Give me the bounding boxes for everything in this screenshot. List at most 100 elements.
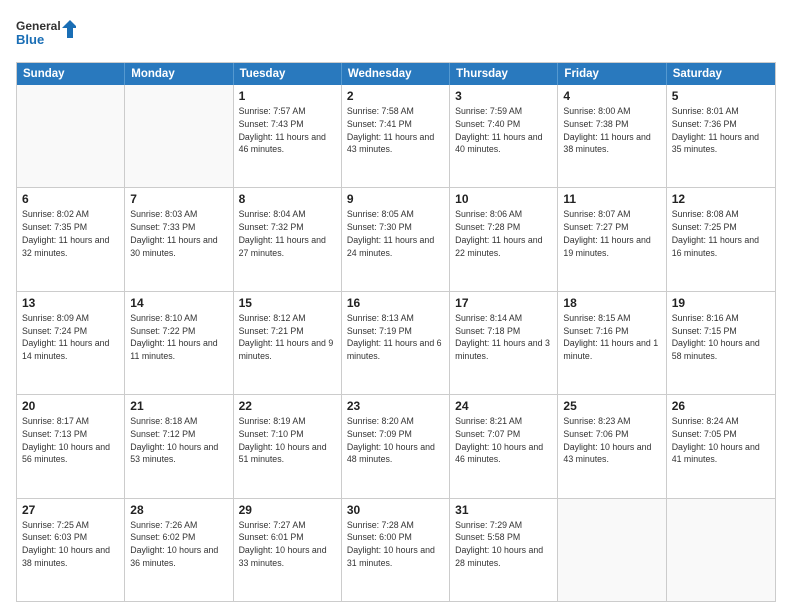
logo-icon: General Blue (16, 16, 76, 52)
cell-info: Sunrise: 8:24 AM Sunset: 7:05 PM Dayligh… (672, 415, 770, 466)
cal-cell: 25 Sunrise: 8:23 AM Sunset: 7:06 PM Dayli… (558, 395, 666, 497)
cell-info: Sunrise: 8:00 AM Sunset: 7:38 PM Dayligh… (563, 105, 660, 156)
calendar-header: SundayMondayTuesdayWednesdayThursdayFrid… (17, 63, 775, 85)
cell-info: Sunrise: 8:17 AM Sunset: 7:13 PM Dayligh… (22, 415, 119, 466)
cal-cell: 22Sunrise: 8:19 AM Sunset: 7:10 PM Dayli… (234, 395, 342, 497)
cell-day-number: 31 (455, 503, 552, 517)
cell-day-number: 3 (455, 89, 552, 103)
cell-info: Sunrise: 7:58 AM Sunset: 7:41 PM Dayligh… (347, 105, 444, 156)
calendar: SundayMondayTuesdayWednesdayThursdayFrid… (16, 62, 776, 602)
cell-day-number: 14 (130, 296, 227, 310)
cell-day-number: 8 (239, 192, 336, 206)
cal-cell: 2Sunrise: 7:58 AM Sunset: 7:41 PM Daylig… (342, 85, 450, 187)
cell-day-number: 18 (563, 296, 660, 310)
cal-cell: 14 Sunrise: 8:10 AM Sunset: 7:22 PM Dayli… (125, 292, 233, 394)
cal-cell: 5 Sunrise: 8:01 AM Sunset: 7:36 PM Daylig… (667, 85, 775, 187)
cal-cell: 17Sunrise: 8:14 AM Sunset: 7:18 PM Dayli… (450, 292, 558, 394)
cal-cell: 30 Sunrise: 7:28 AM Sunset: 6:00 PM Dayli… (342, 499, 450, 601)
cell-day-number: 23 (347, 399, 444, 413)
cell-day-number: 20 (22, 399, 119, 413)
cell-day-number: 19 (672, 296, 770, 310)
cal-row-0: 1Sunrise: 7:57 AM Sunset: 7:43 PM Daylig… (17, 85, 775, 187)
cell-info: Sunrise: 8:06 AM Sunset: 7:28 PM Dayligh… (455, 208, 552, 259)
cal-cell: 1Sunrise: 7:57 AM Sunset: 7:43 PM Daylig… (234, 85, 342, 187)
cal-cell: 8 Sunrise: 8:04 AM Sunset: 7:32 PM Daylig… (234, 188, 342, 290)
cell-day-number: 12 (672, 192, 770, 206)
cell-day-number: 30 (347, 503, 444, 517)
cell-day-number: 9 (347, 192, 444, 206)
cell-day-number: 13 (22, 296, 119, 310)
cell-info: Sunrise: 8:12 AM Sunset: 7:21 PM Dayligh… (239, 312, 336, 363)
cal-cell: 24Sunrise: 8:21 AM Sunset: 7:07 PM Dayli… (450, 395, 558, 497)
cal-cell: 4 Sunrise: 8:00 AM Sunset: 7:38 PM Daylig… (558, 85, 666, 187)
cal-cell: 18Sunrise: 8:15 AM Sunset: 7:16 PM Dayli… (558, 292, 666, 394)
cell-info: Sunrise: 8:16 AM Sunset: 7:15 PM Dayligh… (672, 312, 770, 363)
cell-info: Sunrise: 8:05 AM Sunset: 7:30 PM Dayligh… (347, 208, 444, 259)
cell-day-number: 4 (563, 89, 660, 103)
cell-day-number: 6 (22, 192, 119, 206)
cal-cell: 12 Sunrise: 8:08 AM Sunset: 7:25 PM Dayli… (667, 188, 775, 290)
cal-cell (125, 85, 233, 187)
cal-header-tuesday: Tuesday (234, 63, 342, 85)
cell-day-number: 11 (563, 192, 660, 206)
cell-day-number: 27 (22, 503, 119, 517)
cell-info: Sunrise: 8:03 AM Sunset: 7:33 PM Dayligh… (130, 208, 227, 259)
cell-day-number: 29 (239, 503, 336, 517)
cal-cell: 21 Sunrise: 8:18 AM Sunset: 7:12 PM Dayli… (125, 395, 233, 497)
cell-info: Sunrise: 8:08 AM Sunset: 7:25 PM Dayligh… (672, 208, 770, 259)
cal-cell: 7Sunrise: 8:03 AM Sunset: 7:33 PM Daylig… (125, 188, 233, 290)
cell-info: Sunrise: 7:28 AM Sunset: 6:00 PM Dayligh… (347, 519, 444, 570)
cal-cell: 19 Sunrise: 8:16 AM Sunset: 7:15 PM Dayli… (667, 292, 775, 394)
cal-cell: 16 Sunrise: 8:13 AM Sunset: 7:19 PM Dayli… (342, 292, 450, 394)
cal-cell: 3 Sunrise: 7:59 AM Sunset: 7:40 PM Daylig… (450, 85, 558, 187)
cal-cell: 27 Sunrise: 7:25 AM Sunset: 6:03 PM Dayli… (17, 499, 125, 601)
cell-info: Sunrise: 8:20 AM Sunset: 7:09 PM Dayligh… (347, 415, 444, 466)
cell-day-number: 5 (672, 89, 770, 103)
cell-info: Sunrise: 7:26 AM Sunset: 6:02 PM Dayligh… (130, 519, 227, 570)
cal-header-friday: Friday (558, 63, 666, 85)
cal-cell: 20 Sunrise: 8:17 AM Sunset: 7:13 PM Dayli… (17, 395, 125, 497)
cell-info: Sunrise: 8:09 AM Sunset: 7:24 PM Dayligh… (22, 312, 119, 363)
cell-day-number: 28 (130, 503, 227, 517)
svg-text:General: General (16, 19, 61, 33)
cell-info: Sunrise: 8:23 AM Sunset: 7:06 PM Dayligh… (563, 415, 660, 466)
cal-cell: 13 Sunrise: 8:09 AM Sunset: 7:24 PM Dayli… (17, 292, 125, 394)
cell-day-number: 15 (239, 296, 336, 310)
cell-day-number: 16 (347, 296, 444, 310)
cell-info: Sunrise: 8:01 AM Sunset: 7:36 PM Dayligh… (672, 105, 770, 156)
cal-cell: 26Sunrise: 8:24 AM Sunset: 7:05 PM Dayli… (667, 395, 775, 497)
cell-info: Sunrise: 8:10 AM Sunset: 7:22 PM Dayligh… (130, 312, 227, 363)
cell-day-number: 21 (130, 399, 227, 413)
cal-header-sunday: Sunday (17, 63, 125, 85)
cal-cell: 28 Sunrise: 7:26 AM Sunset: 6:02 PM Dayli… (125, 499, 233, 601)
cell-info: Sunrise: 8:18 AM Sunset: 7:12 PM Dayligh… (130, 415, 227, 466)
cal-row-2: 13 Sunrise: 8:09 AM Sunset: 7:24 PM Dayli… (17, 291, 775, 394)
cal-cell (558, 499, 666, 601)
cell-info: Sunrise: 7:57 AM Sunset: 7:43 PM Dayligh… (239, 105, 336, 156)
cell-info: Sunrise: 8:02 AM Sunset: 7:35 PM Dayligh… (22, 208, 119, 259)
cell-info: Sunrise: 8:04 AM Sunset: 7:32 PM Dayligh… (239, 208, 336, 259)
calendar-body: 1Sunrise: 7:57 AM Sunset: 7:43 PM Daylig… (17, 85, 775, 601)
cell-info: Sunrise: 7:27 AM Sunset: 6:01 PM Dayligh… (239, 519, 336, 570)
cell-info: Sunrise: 8:19 AM Sunset: 7:10 PM Dayligh… (239, 415, 336, 466)
cal-cell: 23 Sunrise: 8:20 AM Sunset: 7:09 PM Dayli… (342, 395, 450, 497)
cell-info: Sunrise: 7:25 AM Sunset: 6:03 PM Dayligh… (22, 519, 119, 570)
cal-cell: 31 Sunrise: 7:29 AM Sunset: 5:58 PM Dayli… (450, 499, 558, 601)
cell-day-number: 25 (563, 399, 660, 413)
cell-info: Sunrise: 7:59 AM Sunset: 7:40 PM Dayligh… (455, 105, 552, 156)
cell-info: Sunrise: 8:07 AM Sunset: 7:27 PM Dayligh… (563, 208, 660, 259)
cal-cell (667, 499, 775, 601)
cell-info: Sunrise: 8:13 AM Sunset: 7:19 PM Dayligh… (347, 312, 444, 363)
cal-header-wednesday: Wednesday (342, 63, 450, 85)
cell-info: Sunrise: 8:21 AM Sunset: 7:07 PM Dayligh… (455, 415, 552, 466)
svg-text:Blue: Blue (16, 32, 44, 47)
cal-cell: 29 Sunrise: 7:27 AM Sunset: 6:01 PM Dayli… (234, 499, 342, 601)
cell-day-number: 17 (455, 296, 552, 310)
cal-cell: 9 Sunrise: 8:05 AM Sunset: 7:30 PM Daylig… (342, 188, 450, 290)
cal-cell (17, 85, 125, 187)
cal-header-monday: Monday (125, 63, 233, 85)
cal-header-saturday: Saturday (667, 63, 775, 85)
cell-info: Sunrise: 7:29 AM Sunset: 5:58 PM Dayligh… (455, 519, 552, 570)
cal-cell: 10Sunrise: 8:06 AM Sunset: 7:28 PM Dayli… (450, 188, 558, 290)
cal-cell: 11 Sunrise: 8:07 AM Sunset: 7:27 PM Dayli… (558, 188, 666, 290)
